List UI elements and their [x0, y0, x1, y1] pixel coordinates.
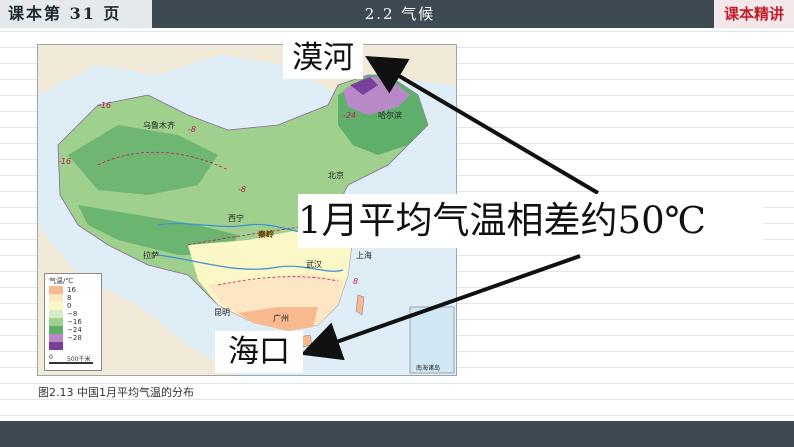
label-mohe: 漠河	[283, 37, 363, 79]
label-haikou: 海口	[215, 331, 303, 373]
footer-bar	[0, 421, 794, 447]
label-temperature-difference: 1月平均气温相差约50℃	[298, 194, 763, 248]
arrow-to-mohe	[365, 55, 600, 195]
arrow-to-haikou	[300, 254, 581, 361]
